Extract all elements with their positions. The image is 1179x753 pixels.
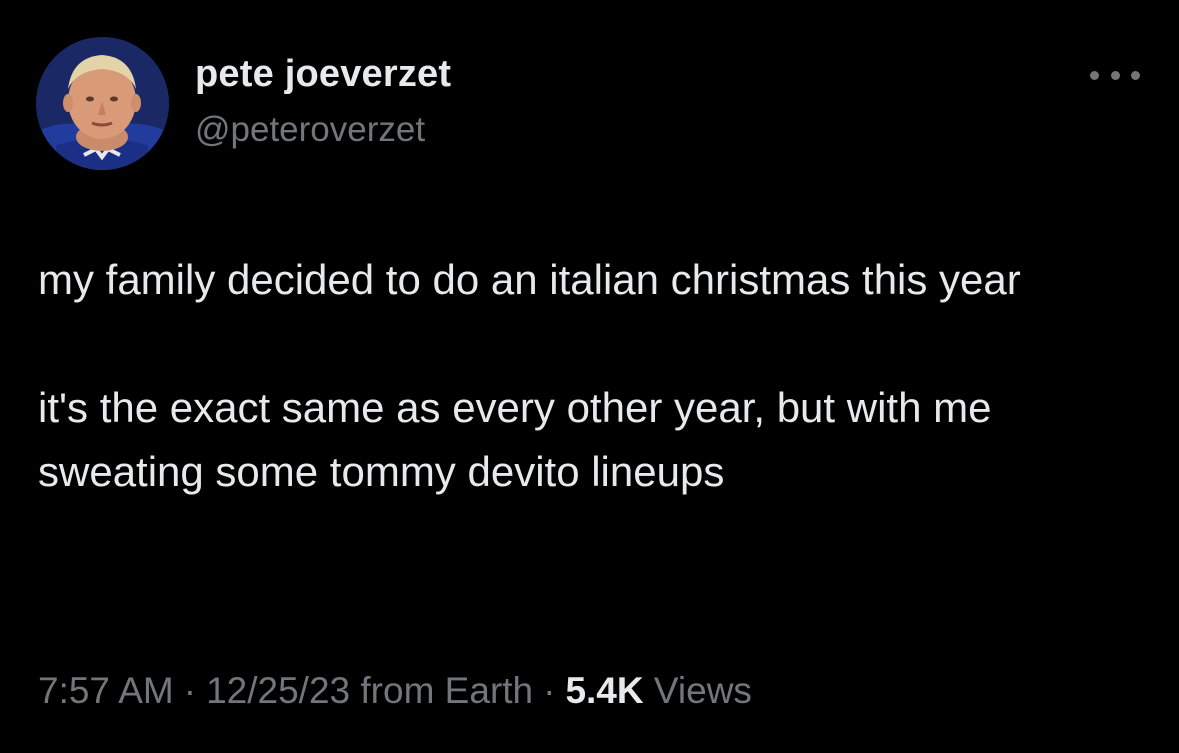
tweet-paragraph: my family decided to do an italian chris…	[38, 256, 1021, 303]
author-display-name[interactable]: pete joeverzet	[195, 53, 451, 96]
tweet-date[interactable]: 12/25/23	[206, 670, 350, 711]
separator: ·	[543, 670, 556, 711]
more-horizontal-icon	[1090, 70, 1099, 80]
avatar[interactable]	[36, 37, 169, 170]
author-handle[interactable]: @peteroverzet	[195, 110, 425, 150]
tweet-text: my family decided to do an italian chris…	[38, 248, 1148, 504]
views-count[interactable]: 5.4K	[565, 670, 643, 711]
more-horizontal-icon-dot	[1110, 70, 1120, 80]
separator: ·	[183, 670, 197, 711]
more-horizontal-icon-dot	[1131, 70, 1140, 80]
tweet-card: pete joeverzet @peteroverzet my family d…	[0, 0, 1179, 753]
views-label[interactable]: Views	[654, 670, 752, 711]
avatar-image	[36, 37, 169, 170]
more-options-button[interactable]	[1090, 60, 1140, 90]
tweet-source: from Earth	[360, 670, 534, 711]
tweet-metadata: 7:57 AM · 12/25/23 from Earth · 5.4K Views	[38, 670, 752, 712]
tweet-paragraph: it's the exact same as every other year,…	[38, 384, 992, 495]
tweet-time[interactable]: 7:57 AM	[38, 670, 174, 711]
